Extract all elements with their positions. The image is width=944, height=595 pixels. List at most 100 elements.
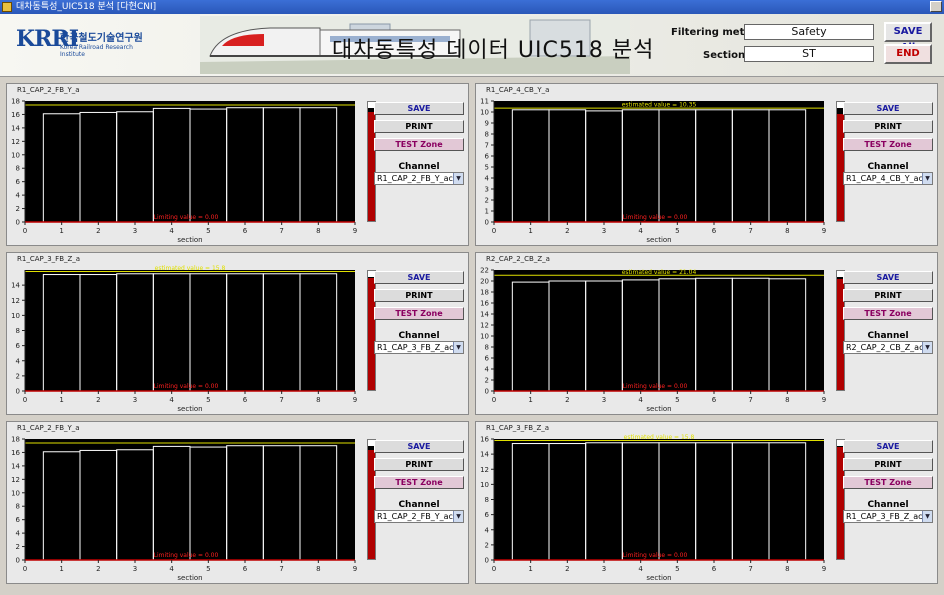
channel-value: R1_CAP_3_FB_Z_ac	[846, 512, 923, 521]
y-tick-label: 0	[485, 219, 489, 227]
x-tick-label: 4	[169, 565, 174, 573]
save-button[interactable]: SAVE	[374, 271, 464, 284]
print-button[interactable]: PRINT	[843, 458, 933, 471]
test-zone-button[interactable]: TEST Zone	[843, 138, 933, 151]
test-zone-button[interactable]: TEST Zone	[374, 476, 464, 489]
chart-panel: R1_CAP_3_FB_Z_a estimated value = 15.8 Lim…	[475, 421, 938, 584]
x-tick-label: 2	[565, 396, 569, 404]
save-button[interactable]: SAVE	[374, 440, 464, 453]
x-tick-label: 1	[528, 227, 532, 235]
chevron-down-icon[interactable]: ▼	[453, 173, 463, 184]
y-tick-label: 6	[485, 153, 490, 161]
x-tick-label: 8	[785, 565, 789, 573]
y-tick-label: 2	[16, 205, 20, 213]
x-tick-label: 7	[748, 396, 752, 404]
save-button[interactable]: SAVE	[843, 271, 933, 284]
estimate-label: estimated value = 21.04	[622, 269, 697, 276]
y-tick-label: 0	[485, 557, 489, 565]
test-zone-button[interactable]: TEST Zone	[374, 138, 464, 151]
y-tick-label: 10	[480, 333, 489, 341]
chevron-down-icon[interactable]: ▼	[922, 511, 932, 522]
x-tick-label: 3	[133, 396, 137, 404]
app-title: 대차동특성 데이터 UIC518 분석	[332, 38, 655, 63]
x-tick-label: 6	[243, 396, 248, 404]
y-tick-label: 14	[11, 124, 20, 132]
channel-label: Channel	[867, 162, 909, 172]
y-tick-label: 10	[480, 109, 489, 117]
y-tick-label: 4	[16, 192, 21, 200]
bar-chart: Limiting value = 0.000246810121416180 1 2 3…	[11, 436, 357, 583]
chevron-down-icon[interactable]: ▼	[453, 342, 463, 353]
y-tick-label: 4	[485, 366, 490, 374]
channel-select[interactable]: R1_CAP_2_FB_Y_ac ▼	[374, 510, 464, 523]
print-button[interactable]: PRINT	[843, 289, 933, 302]
limit-label: Limiting value = 0.00	[154, 214, 219, 221]
channel-select[interactable]: R1_CAP_2_FB_Y_ac ▼	[374, 172, 464, 185]
x-tick-label: 8	[316, 565, 320, 573]
x-tick-label: 5	[675, 396, 679, 404]
chart-panel: R2_CAP_2_CB_Z_a estimated value = 21.04 Li…	[475, 252, 938, 415]
x-tick-label: 6	[243, 565, 248, 573]
estimate-label: estimated value = 15.8	[624, 434, 695, 441]
y-tick-label: 20	[480, 278, 489, 286]
print-button[interactable]: PRINT	[374, 289, 464, 302]
channel-label: Channel	[867, 331, 909, 341]
channel-select[interactable]: R1_CAP_3_FB_Z_ac ▼	[374, 341, 464, 354]
x-tick-label: 7	[279, 565, 283, 573]
x-tick-label: 3	[602, 565, 606, 573]
bar-chart: Limiting value = 0.000246810121416180 1 2 3…	[11, 98, 357, 245]
x-tick-label: 1	[59, 227, 63, 235]
x-tick-label: 9	[353, 396, 357, 404]
limit-label: Limiting value = 0.00	[623, 383, 688, 390]
filtering-method-field[interactable]: Safety	[744, 24, 874, 40]
limit-label: Limiting value = 0.00	[154, 383, 219, 390]
y-tick-label: 2	[485, 197, 489, 205]
test-zone-button[interactable]: TEST Zone	[843, 307, 933, 320]
x-tick-label: 9	[822, 396, 826, 404]
channel-select[interactable]: R1_CAP_4_CB_Y_ac ▼	[843, 172, 933, 185]
channel-value: R1_CAP_3_FB_Z_ac	[377, 343, 454, 352]
y-tick-label: 0	[485, 388, 489, 396]
print-button[interactable]: PRINT	[843, 120, 933, 133]
print-button[interactable]: PRINT	[374, 120, 464, 133]
save-button[interactable]: SAVE	[843, 102, 933, 115]
x-tick-label: 5	[206, 565, 210, 573]
chevron-down-icon[interactable]: ▼	[922, 173, 932, 184]
x-tick-label: 8	[785, 227, 789, 235]
y-tick-label: 10	[11, 151, 20, 159]
estimate-label: estimated value = 10.35	[622, 102, 697, 109]
x-tick-label: 5	[675, 565, 679, 573]
x-tick-label: 4	[638, 227, 643, 235]
y-tick-label: 12	[480, 466, 489, 474]
x-tick-label: 8	[316, 227, 320, 235]
save-button[interactable]: SAVE	[374, 102, 464, 115]
y-tick-label: 8	[16, 165, 20, 173]
close-window-icon[interactable]	[930, 1, 942, 12]
chevron-down-icon[interactable]: ▼	[922, 342, 932, 353]
y-tick-label: 22	[480, 267, 489, 275]
channel-select[interactable]: R1_CAP_3_FB_Z_ac ▼	[843, 510, 933, 523]
end-button[interactable]: END	[884, 44, 932, 64]
x-axis-label: section	[177, 236, 202, 244]
save-all-button[interactable]: SAVE All	[884, 22, 932, 53]
x-tick-label: 7	[279, 227, 283, 235]
x-tick-label: 4	[169, 227, 174, 235]
y-tick-label: 6	[16, 516, 21, 524]
chart-panel: R1_CAP_4_CB_Y_a estimated value = 10.35 Li…	[475, 83, 938, 246]
x-tick-label: 7	[748, 565, 752, 573]
save-button[interactable]: SAVE	[843, 440, 933, 453]
app-icon	[2, 2, 12, 12]
channel-select[interactable]: R2_CAP_2_CB_Z_ac ▼	[843, 341, 933, 354]
chevron-down-icon[interactable]: ▼	[453, 511, 463, 522]
print-button[interactable]: PRINT	[374, 458, 464, 471]
y-tick-label: 2	[485, 377, 489, 385]
x-axis-label: section	[646, 574, 671, 582]
x-tick-label: 1	[59, 396, 63, 404]
x-tick-label: 9	[822, 565, 826, 573]
test-zone-button[interactable]: TEST Zone	[374, 307, 464, 320]
y-tick-label: 7	[485, 142, 489, 150]
test-zone-button[interactable]: TEST Zone	[843, 476, 933, 489]
y-tick-label: 0	[16, 388, 20, 396]
section-field[interactable]: ST	[744, 46, 874, 62]
logo-english-name: Korea Railroad Research Institute	[60, 44, 133, 58]
